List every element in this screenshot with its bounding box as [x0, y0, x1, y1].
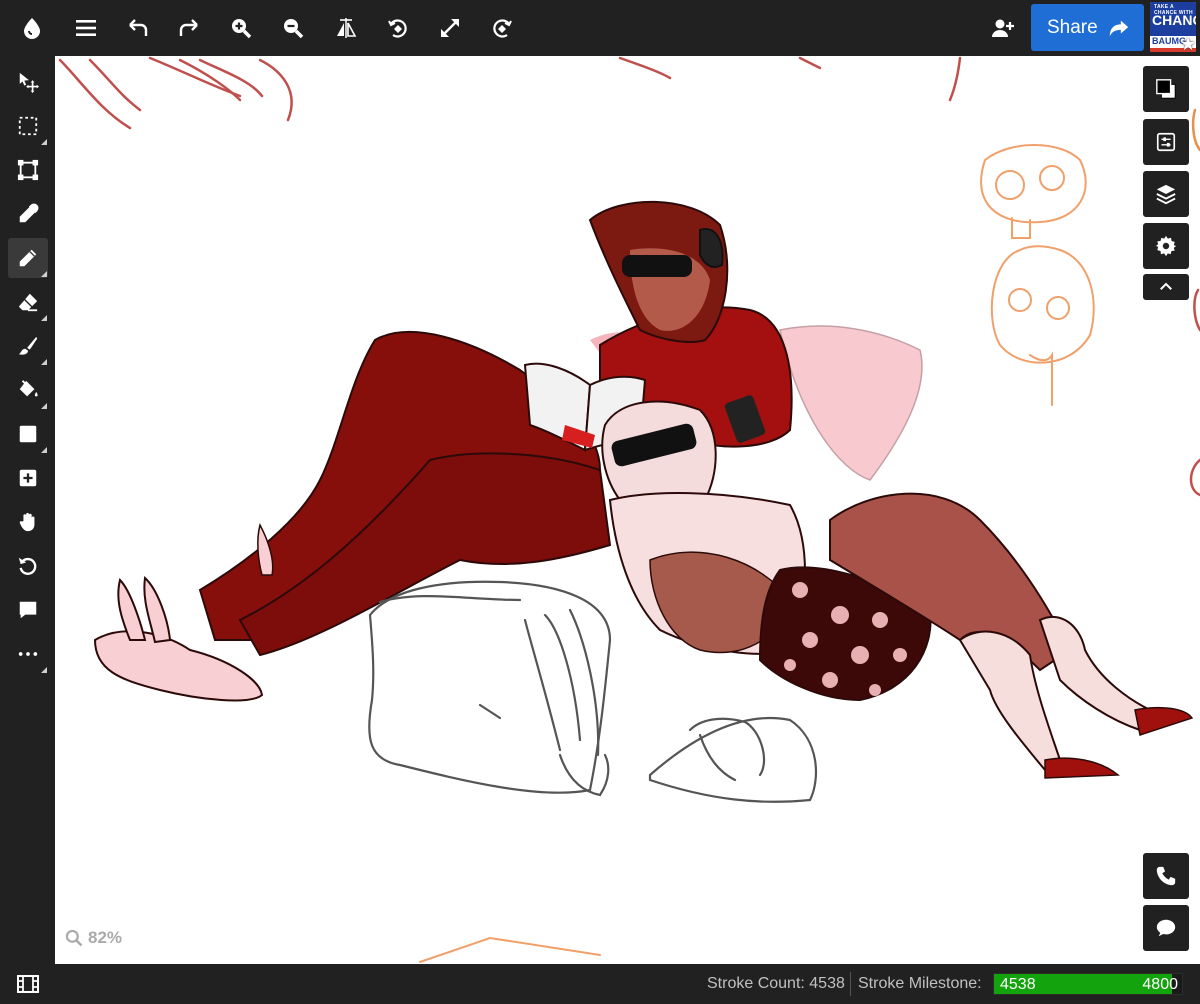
plus-square-icon	[19, 469, 37, 487]
add-layer-tool[interactable]	[8, 458, 48, 498]
comment-tool[interactable]	[8, 590, 48, 630]
eyedropper-icon	[19, 203, 39, 223]
rotate-left-icon[interactable]	[378, 8, 418, 48]
zoom-indicator: 82%	[64, 928, 122, 948]
share-button[interactable]: Share	[1031, 4, 1144, 51]
color-swatch-button[interactable]	[1143, 66, 1189, 112]
transform-icon	[17, 159, 39, 181]
reset-icon	[18, 557, 37, 575]
layers-icon	[1156, 184, 1176, 205]
progress-max: 4800	[1142, 976, 1178, 993]
adjustments-button[interactable]	[1143, 119, 1189, 165]
chevron-up-icon	[1160, 282, 1172, 290]
zoom-value: 82%	[88, 928, 123, 947]
stroke-milestone-label: Stroke Milestone:	[858, 975, 982, 992]
ellipsis-icon	[18, 652, 38, 656]
transform-tool[interactable]	[8, 150, 48, 190]
avatar-text-mid: CHANCE	[1152, 12, 1196, 28]
fill-tool[interactable]	[8, 370, 48, 410]
chat-button[interactable]	[1143, 905, 1189, 951]
hand-tool[interactable]	[8, 502, 48, 542]
gear-icon	[1155, 235, 1177, 257]
color-swatch-icon	[1156, 79, 1176, 99]
marquee-select-icon	[18, 116, 38, 136]
shape-tool[interactable]	[8, 414, 48, 454]
share-label: Share	[1047, 16, 1098, 38]
pen-tool[interactable]	[8, 238, 48, 278]
droplet-logo-icon[interactable]	[12, 8, 52, 48]
fullscreen-icon[interactable]	[430, 8, 470, 48]
chat-bubble-icon	[1156, 919, 1176, 937]
adjustments-icon	[1156, 132, 1176, 152]
select-tool[interactable]	[8, 106, 48, 146]
pencil-icon	[19, 249, 37, 267]
zoom-out-icon[interactable]	[273, 8, 313, 48]
status-divider	[850, 972, 851, 996]
reset-tool[interactable]	[8, 546, 48, 586]
move-tool[interactable]	[8, 62, 48, 102]
stroke-milestone-progress: 4538 4800	[993, 973, 1183, 995]
brush-icon	[18, 336, 38, 355]
eraser-tool[interactable]	[8, 282, 48, 322]
eyedropper-tool[interactable]	[8, 194, 48, 234]
top-toolbar: Share TAKE A CHANCE WITH CHANCE BAUMG ★	[0, 0, 1200, 56]
share-arrow-icon	[1109, 20, 1129, 37]
star-icon: ★	[1180, 34, 1197, 54]
undo-icon[interactable]	[118, 8, 158, 48]
redo-icon[interactable]	[169, 8, 209, 48]
stroke-count: Stroke Count: 4538	[707, 975, 845, 992]
rotate-right-icon[interactable]	[482, 8, 522, 48]
flip-view-icon[interactable]	[326, 8, 366, 48]
zoom-in-icon[interactable]	[221, 8, 261, 48]
hand-icon	[19, 512, 35, 532]
smudge-tool[interactable]	[8, 326, 48, 366]
call-button[interactable]	[1143, 853, 1189, 899]
paint-bucket-icon	[19, 380, 38, 397]
progress-current: 4538	[1000, 976, 1036, 993]
status-bar: Stroke Count: 4538 Stroke Milestone: 453…	[0, 964, 1200, 1004]
collapse-panel-button[interactable]	[1143, 274, 1189, 300]
add-user-icon[interactable]	[985, 10, 1021, 46]
phone-icon	[1156, 866, 1176, 886]
settings-button[interactable]	[1143, 223, 1189, 269]
filmstrip-icon[interactable]	[14, 971, 42, 997]
more-tool[interactable]	[8, 634, 48, 674]
eraser-icon	[18, 293, 38, 312]
artwork	[58, 56, 1200, 963]
drawing-canvas[interactable]	[55, 56, 1200, 964]
comment-icon	[19, 601, 37, 619]
magnifier-icon	[65, 929, 83, 947]
square-icon	[19, 425, 37, 443]
move-icon	[19, 72, 39, 93]
left-toolbar	[0, 56, 55, 964]
layers-button[interactable]	[1143, 171, 1189, 217]
menu-icon[interactable]	[66, 8, 106, 48]
